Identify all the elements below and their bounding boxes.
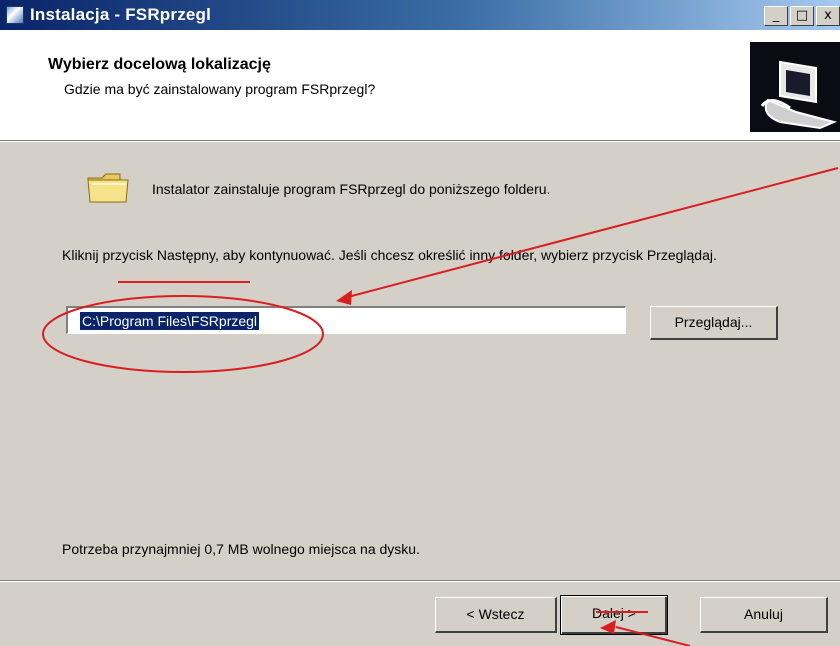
instruction-text: Kliknij przycisk Następny, aby kontynuow… xyxy=(62,247,717,263)
installer-app-icon xyxy=(6,6,24,24)
annotation-arrow-to-path-head xyxy=(336,290,352,305)
minimize-button[interactable]: _ xyxy=(764,6,788,26)
folder-icon xyxy=(86,172,130,204)
footer-separator xyxy=(0,580,840,582)
page-title: Wybierz docelową lokalizację xyxy=(48,56,271,73)
browse-button[interactable]: Przeglądaj... xyxy=(650,306,778,340)
header-separator xyxy=(0,140,840,142)
window-title: Instalacja - FSRprzegl xyxy=(30,5,212,24)
wizard-header: Wybierz docelową lokalizację Gdzie ma by… xyxy=(0,30,840,141)
back-button[interactable]: < Wstecz xyxy=(435,597,557,633)
close-button[interactable]: x xyxy=(816,6,840,26)
page-subtitle: Gdzie ma być zainstalowany program FSRpr… xyxy=(64,81,376,97)
install-path-value[interactable]: C:\Program Files\FSRprzegl xyxy=(80,312,260,330)
computer-install-icon xyxy=(750,42,840,132)
intro-text: Instalator zainstaluje program FSRprzegl… xyxy=(152,181,551,197)
installer-window: Instalacja - FSRprzegl _ □ x Wybierz doc… xyxy=(0,0,840,646)
next-button[interactable]: Dalej > xyxy=(560,595,668,635)
title-bar[interactable]: Instalacja - FSRprzegl _ □ x xyxy=(0,0,840,30)
cancel-button[interactable]: Anuluj xyxy=(700,597,828,633)
disk-space-text: Potrzeba przynajmniej 0,7 MB wolnego mie… xyxy=(62,541,420,557)
maximize-button[interactable]: □ xyxy=(790,6,814,26)
install-path-input[interactable]: C:\Program Files\FSRprzegl xyxy=(66,306,626,334)
